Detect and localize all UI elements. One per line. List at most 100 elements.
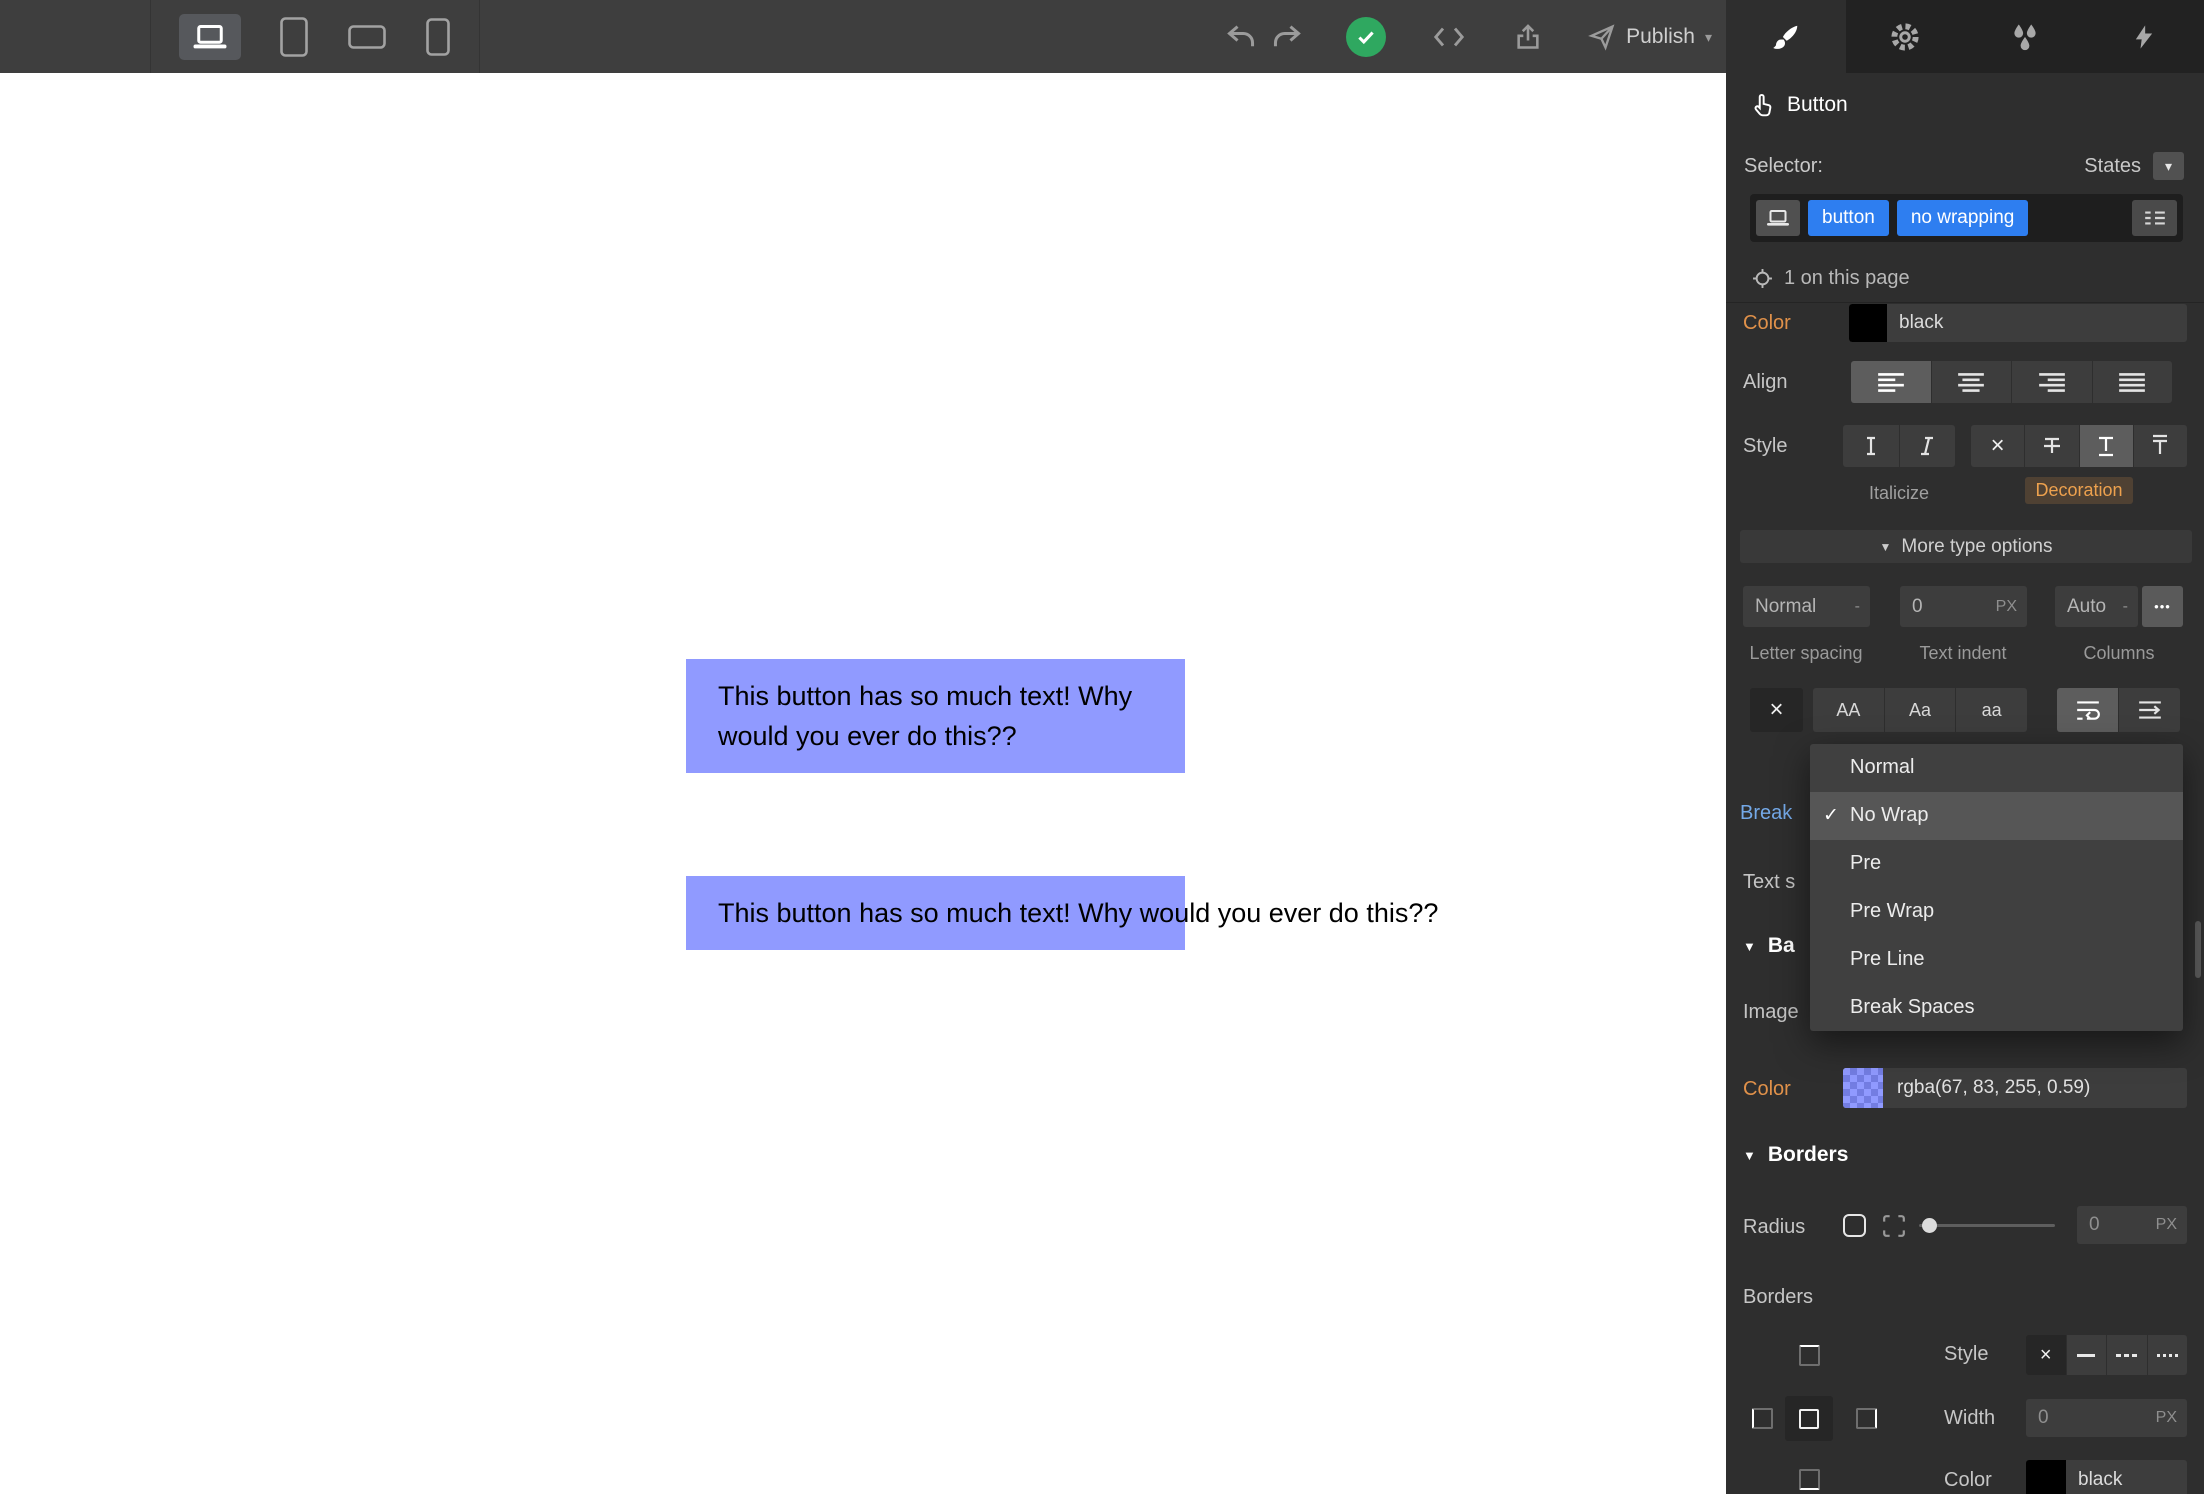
menu-item-no-wrap[interactable]: ✓ No Wrap [1810, 791, 2183, 840]
columns-caption: Columns [2083, 643, 2155, 663]
tab-style[interactable] [1726, 0, 1846, 73]
border-left-button[interactable] [1752, 1408, 1773, 1429]
selector-inheritance-button[interactable] [2132, 200, 2177, 236]
publish-button[interactable]: Publish ▾ [1588, 23, 1712, 51]
undo-button[interactable] [1226, 24, 1256, 50]
radius-slider-knob[interactable] [1922, 1218, 1937, 1233]
canvas-button-wrapped[interactable]: This button has so much text! Why would … [686, 659, 1185, 773]
background-section-header[interactable]: ▼ Ba [1743, 934, 1795, 958]
device-phone-portrait-button[interactable] [425, 17, 451, 57]
borders-section-header[interactable]: ▼ Borders [1743, 1143, 1848, 1167]
device-phone-landscape-button[interactable] [347, 24, 387, 50]
border-style-dotted-button[interactable] [2147, 1335, 2187, 1375]
font-color-input[interactable]: black [1849, 304, 2187, 342]
menu-item-normal[interactable]: Normal [1810, 744, 2183, 792]
color-swatch[interactable] [2026, 1460, 2066, 1494]
saved-status-button[interactable] [1346, 16, 1387, 57]
section-divider [1726, 302, 2204, 303]
tab-style-manager[interactable] [1965, 0, 2085, 73]
phone-portrait-icon [425, 17, 451, 57]
border-width-input[interactable]: 0 PX [2026, 1399, 2187, 1437]
states-dropdown-button[interactable]: ▾ [2153, 152, 2184, 180]
selector-tag-button[interactable]: button [1808, 200, 1889, 236]
align-left-icon [1876, 371, 1906, 394]
align-right-icon [2037, 371, 2067, 394]
background-color-input[interactable]: rgba(67, 83, 255, 0.59) [1843, 1068, 2187, 1108]
uppercase-button[interactable]: AA [1813, 688, 1885, 732]
radius-value: 0 [2089, 1214, 2100, 1235]
text-indent-value: 0 [1912, 595, 1923, 617]
lowercase-button[interactable]: aa [1956, 688, 2027, 732]
align-label: Align [1743, 371, 1788, 393]
border-bottom-button[interactable] [1799, 1469, 1820, 1490]
columns-more-button[interactable]: ••• [2142, 586, 2183, 627]
align-justify-button[interactable] [2092, 361, 2172, 403]
radius-input[interactable]: 0 PX [2077, 1206, 2187, 1244]
chevron-down-icon: ▼ [1743, 1147, 1756, 1163]
device-tablet-button[interactable] [279, 16, 309, 58]
gear-icon [1889, 21, 1921, 53]
border-style-none-button[interactable]: × [2026, 1335, 2067, 1375]
selector-field[interactable]: button no wrapping [1750, 194, 2183, 242]
border-style-solid-button[interactable] [2066, 1335, 2107, 1375]
tablet-icon [279, 16, 309, 58]
overline-button[interactable] [2133, 425, 2187, 467]
color-swatch[interactable] [1849, 304, 1887, 342]
border-top-button[interactable] [1799, 1345, 1820, 1366]
paintbrush-icon [1771, 22, 1801, 52]
italic-button[interactable] [1899, 425, 1955, 467]
tab-settings[interactable] [1846, 0, 1966, 73]
columns-input[interactable]: Auto - [2055, 586, 2138, 627]
align-left-button[interactable] [1851, 361, 1932, 403]
selector-tag-label: no wrapping [1910, 207, 2015, 228]
canvas-button-nowrap-text: This button has so much text! Why would … [718, 897, 1439, 928]
canvas-button-nowrap[interactable]: This button has so much text! Why would … [686, 876, 1438, 950]
menu-item-pre-wrap[interactable]: Pre Wrap [1810, 887, 2183, 935]
on-page-count-label: 1 on this page [1784, 266, 1910, 289]
menu-item-break-spaces[interactable]: Break Spaces [1810, 983, 2183, 1031]
on-page-count-row[interactable]: 1 on this page [1726, 259, 2204, 297]
device-desktop-button[interactable] [179, 13, 241, 60]
text-wrap-button[interactable] [2057, 688, 2119, 732]
radius-separate-corners-button[interactable] [1882, 1214, 1906, 1238]
border-width-unit: PX [2155, 1409, 2177, 1426]
selector-device-chip[interactable] [1756, 200, 1800, 236]
menu-item-pre-line[interactable]: Pre Line [1810, 935, 2183, 983]
panel-scrollbar[interactable] [2195, 921, 2201, 978]
redo-button[interactable] [1272, 24, 1302, 50]
chevron-down-icon: ▾ [1704, 28, 1712, 45]
export-code-button[interactable] [1432, 25, 1466, 49]
radius-all-corners-button[interactable] [1843, 1214, 1866, 1237]
strikethrough-button[interactable] [2025, 425, 2080, 467]
border-right-button[interactable] [1856, 1408, 1877, 1429]
align-center-button[interactable] [1931, 361, 2012, 403]
toolbar-actions: Publish ▾ [1226, 0, 1712, 73]
caps-none-button[interactable]: × [1750, 688, 1803, 732]
menu-item-label: No Wrap [1850, 804, 1929, 827]
more-type-options-button[interactable]: ▼ More type options [1740, 530, 2192, 563]
share-button[interactable] [1514, 23, 1542, 51]
border-style-dashed-button[interactable] [2107, 1335, 2148, 1375]
menu-item-pre[interactable]: Pre [1810, 840, 2183, 888]
selector-tag-no-wrapping[interactable]: no wrapping [1896, 200, 2029, 236]
capitalize-button[interactable]: Aa [1884, 688, 1957, 732]
not-italic-button[interactable] [1843, 425, 1900, 467]
italic-i-icon [1916, 434, 1938, 458]
decoration-none-button[interactable]: × [1971, 425, 2026, 467]
text-indent-input[interactable]: 0 PX [1900, 586, 2027, 627]
border-all-button[interactable] [1785, 1396, 1833, 1441]
underline-button[interactable] [2079, 425, 2134, 467]
align-right-button[interactable] [2012, 361, 2093, 403]
color-swatch[interactable] [1843, 1068, 1883, 1108]
tab-interactions[interactable] [2085, 0, 2204, 73]
breaking-label: Break [1740, 802, 1793, 824]
laptop-icon [1766, 209, 1790, 227]
text-nowrap-button[interactable] [2119, 688, 2180, 732]
letter-spacing-input[interactable]: Normal - [1743, 586, 1870, 627]
italicize-caption: Italicize [1868, 483, 1930, 503]
radius-slider-track[interactable] [1919, 1224, 2055, 1227]
text-shadows-label: Text s [1743, 871, 1796, 893]
radius-label: Radius [1743, 1216, 1806, 1238]
border-color-input[interactable]: black [2026, 1460, 2187, 1494]
font-color-value: black [1899, 312, 1944, 333]
